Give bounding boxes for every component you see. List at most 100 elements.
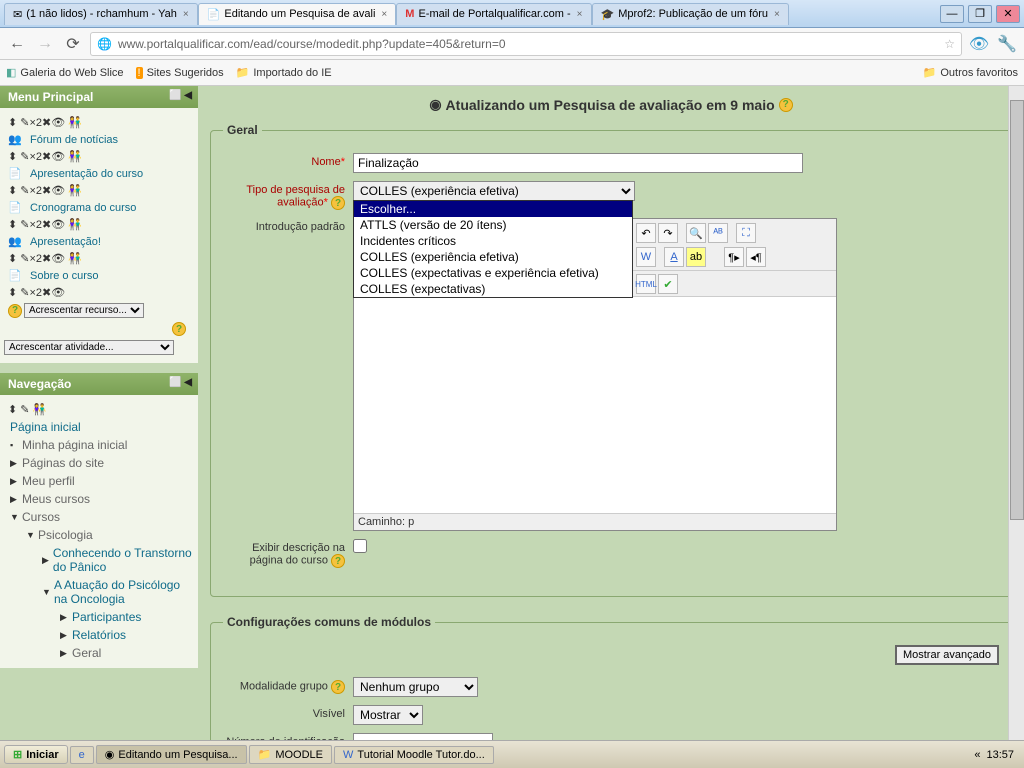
dropdown-option[interactable]: Incidentes críticos (354, 233, 632, 249)
help-icon[interactable]: ? (8, 304, 22, 318)
edit-controls[interactable]: ⬍ ✎×2✖👁 (4, 284, 194, 301)
bookmark-item[interactable]: 📁Importado do IE (236, 66, 332, 79)
dropdown-option[interactable]: COLLES (expectativas) (354, 281, 632, 297)
dropdown-option[interactable]: COLLES (expectativas e experiência efeti… (354, 265, 632, 281)
bookmark-star-icon[interactable]: ☆ (944, 37, 955, 51)
bg-color-icon[interactable]: ab (686, 247, 706, 267)
help-icon[interactable]: ? (331, 680, 345, 694)
text-color-icon[interactable]: A (664, 247, 684, 267)
nav-cursos[interactable]: ▼Cursos (4, 508, 194, 526)
browser-tab-3[interactable]: 🎓Mprof2: Publicação de um fóru× (592, 3, 789, 25)
browser-tab-2[interactable]: ME-mail de Portalqualificar.com -× (396, 3, 591, 25)
other-bookmarks[interactable]: 📁Outros favoritos (923, 66, 1018, 79)
fullscreen-icon[interactable]: ⛶ (736, 223, 756, 243)
clock[interactable]: 13:57 (986, 749, 1014, 761)
label-introducao: Introdução padrão (223, 218, 353, 233)
exibir-checkbox[interactable] (353, 539, 367, 553)
menu-apresentacao[interactable]: 👥Apresentação! (4, 233, 194, 250)
nav-meu-perfil[interactable]: ▶Meu perfil (4, 472, 194, 490)
visivel-select[interactable]: Mostrar (353, 705, 423, 725)
ie-icon: e (79, 749, 85, 761)
back-button[interactable]: ← (6, 33, 28, 55)
nav-conhecendo[interactable]: ▶Conhecendo o Transtorno do Pânico (4, 544, 194, 576)
menu-forum-noticias[interactable]: 👥Fórum de notícias (4, 131, 194, 148)
html-icon[interactable]: HTML (636, 274, 656, 294)
close-icon[interactable]: × (183, 9, 189, 20)
menu-apresentacao-curso[interactable]: 📄Apresentação do curso (4, 165, 194, 182)
extension-icon[interactable]: 👁 (968, 33, 990, 55)
scrollbar-vertical[interactable] (1008, 86, 1024, 740)
rtl-icon[interactable]: ◂¶ (746, 247, 766, 267)
mail-icon: ✉ (13, 8, 22, 21)
nav-atuacao[interactable]: ▼A Atuação do Psicólogo na Oncologia (4, 576, 194, 608)
tray-expand-icon[interactable]: « (974, 749, 980, 761)
nome-input[interactable] (353, 153, 803, 173)
help-icon[interactable]: ? (331, 554, 345, 568)
help-icon[interactable]: ? (331, 196, 345, 210)
close-icon[interactable]: × (381, 9, 387, 20)
redo-icon[interactable]: ↷ (658, 223, 678, 243)
start-button[interactable]: ⊞Iniciar (4, 745, 68, 764)
edit-controls[interactable]: ⬍ ✎×2✖👁 👫 (4, 148, 194, 165)
nav-meus-cursos[interactable]: ▶Meus cursos (4, 490, 194, 508)
bookmark-item[interactable]: !Sites Sugeridos (136, 67, 224, 79)
acrescentar-recurso-select[interactable]: Acrescentar recurso... (24, 303, 144, 318)
close-icon[interactable]: × (577, 9, 583, 20)
nav-minha-pagina[interactable]: ▪Minha página inicial (4, 436, 194, 454)
bookmark-item[interactable]: ◧Galeria do Web Slice (6, 66, 124, 79)
forward-button[interactable]: → (34, 33, 56, 55)
block-toggle-icon[interactable]: ⬜ ◀ (169, 377, 192, 388)
undo-icon[interactable]: ↶ (636, 223, 656, 243)
reload-button[interactable]: ⟳ (62, 33, 84, 55)
folder-icon: 📁 (923, 66, 937, 79)
task-folder[interactable]: 📁MOODLE (249, 745, 332, 764)
acrescentar-atividade-select[interactable]: Acrescentar atividade... (4, 340, 174, 355)
minimize-button[interactable]: — (940, 5, 964, 23)
ltr-icon[interactable]: ¶▸ (724, 247, 744, 267)
browser-titlebar: ✉(1 não lidos) - rchamhum - Yah× 📄Editan… (0, 0, 1024, 28)
edit-controls[interactable]: ⬍ ✎×2✖👁 👫 (4, 250, 194, 267)
edit-controls[interactable]: ⬍ ✎×2✖👁 👫 (4, 114, 194, 131)
menu-sobre-curso[interactable]: 📄Sobre o curso (4, 267, 194, 284)
slice-icon: ◧ (6, 66, 16, 79)
scrollbar-thumb[interactable] (1010, 100, 1024, 520)
edit-controls[interactable]: ⬍ ✎×2✖👁 👫 (4, 182, 194, 199)
numero-id-input[interactable] (353, 733, 493, 740)
edit-controls[interactable]: ⬍ ✎×2✖👁 👫 (4, 216, 194, 233)
spellcheck-icon[interactable]: ✔ (658, 274, 678, 294)
replace-icon[interactable]: ᴬᴮ (708, 223, 728, 243)
dropdown-option[interactable]: ATTLS (versão de 20 ítens) (354, 217, 632, 233)
dropdown-option[interactable]: Escolher... (354, 201, 632, 217)
close-icon[interactable]: × (774, 9, 780, 20)
tipo-pesquisa-select[interactable]: COLLES (experiência efetiva) (353, 181, 635, 201)
browser-tab-0[interactable]: ✉(1 não lidos) - rchamhum - Yah× (4, 3, 198, 25)
doc-icon: 📄 (207, 8, 221, 21)
nav-participantes[interactable]: ▶Participantes (4, 608, 194, 626)
editor-textarea[interactable] (354, 297, 836, 513)
help-icon[interactable]: ? (172, 322, 186, 336)
browser-tab-1[interactable]: 📄Editando um Pesquisa de avali× (198, 3, 397, 25)
address-bar[interactable]: 🌐 www.portalqualificar.com/ead/course/mo… (90, 32, 962, 56)
forum-icon: 👥 (8, 133, 26, 146)
dropdown-option[interactable]: COLLES (experiência efetiva) (354, 249, 632, 265)
nav-psicologia[interactable]: ▼Psicologia (4, 526, 194, 544)
window-controls: — ❐ ✕ (940, 5, 1020, 23)
menu-cronograma[interactable]: 📄Cronograma do curso (4, 199, 194, 216)
edit-controls[interactable]: ⬍ ✎ 👫 (4, 401, 194, 418)
task-word[interactable]: WTutorial Moodle Tutor.do... (334, 746, 494, 764)
help-icon[interactable]: ? (779, 98, 793, 112)
wrench-icon[interactable]: 🔧 (996, 33, 1018, 55)
nav-relatorios[interactable]: ▶Relatórios (4, 626, 194, 644)
close-button[interactable]: ✕ (996, 5, 1020, 23)
paste-word-icon[interactable]: W (636, 247, 656, 267)
maximize-button[interactable]: ❐ (968, 5, 992, 23)
mostrar-avancado-button[interactable]: Mostrar avançado (895, 645, 999, 665)
find-icon[interactable]: 🔍 (686, 223, 706, 243)
nav-pagina-inicial[interactable]: Página inicial (4, 418, 194, 436)
modalidade-grupo-select[interactable]: Nenhum grupo (353, 677, 478, 697)
block-toggle-icon[interactable]: ⬜ ◀ (169, 90, 192, 101)
task-chrome[interactable]: ◉Editando um Pesquisa... (96, 745, 247, 764)
task-ie[interactable]: e (70, 746, 94, 764)
nav-paginas-site[interactable]: ▶Páginas do site (4, 454, 194, 472)
nav-geral[interactable]: ▶Geral (4, 644, 194, 662)
